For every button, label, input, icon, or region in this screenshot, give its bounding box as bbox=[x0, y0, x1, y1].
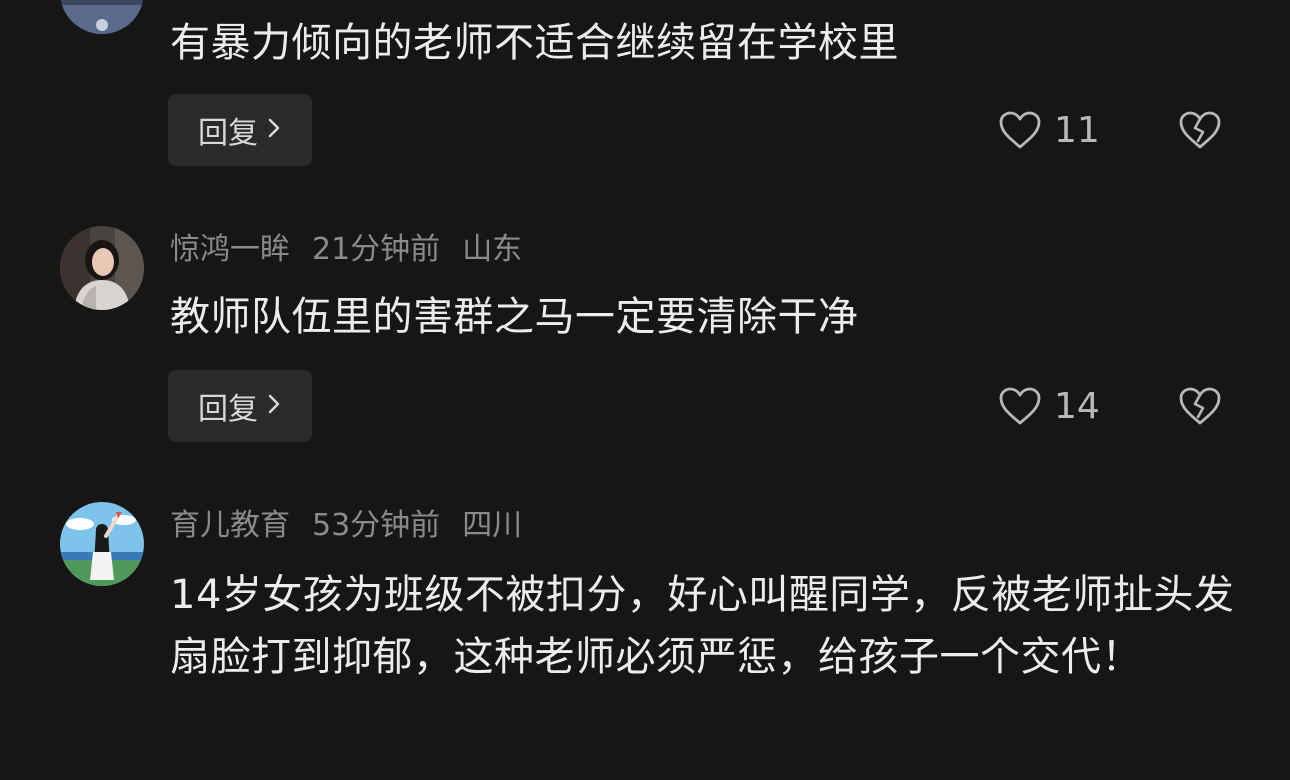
comment-meta: 育儿教育 53分钟前 四川 bbox=[170, 506, 544, 546]
heart-icon bbox=[999, 387, 1041, 425]
avatar[interactable] bbox=[60, 502, 144, 586]
broken-heart-icon bbox=[1179, 387, 1221, 425]
comment-meta: 惊鸿一眸 21分钟前 山东 bbox=[170, 230, 544, 270]
reply-label: 回复 bbox=[198, 116, 258, 151]
dislike-button[interactable] bbox=[1178, 94, 1222, 166]
partial-avatar-icon bbox=[60, 0, 144, 34]
chevron-right-icon bbox=[266, 113, 282, 148]
comment-location: 山东 bbox=[462, 232, 523, 267]
avatar[interactable] bbox=[60, 0, 144, 34]
illustrated-girl-avatar-icon bbox=[60, 502, 144, 586]
like-count: 11 bbox=[1054, 109, 1100, 151]
comment-time: 53分钟前 bbox=[312, 508, 441, 543]
username[interactable]: 惊鸿一眸 bbox=[170, 232, 290, 267]
comment-time: 21分钟前 bbox=[312, 232, 441, 267]
comment-text: 14岁女孩为班级不被扣分，好心叫醒同学，反被老师扯头发扇脸打到抑郁，这种老师必须… bbox=[170, 572, 1235, 680]
reply-button[interactable]: 回复 bbox=[168, 94, 312, 166]
like-button[interactable]: 11 bbox=[998, 94, 1100, 166]
username[interactable]: 育儿教育 bbox=[170, 508, 290, 543]
reply-button[interactable]: 回复 bbox=[168, 370, 312, 442]
chevron-right-icon bbox=[266, 389, 282, 424]
broken-heart-icon bbox=[1179, 111, 1221, 149]
comment-location: 四川 bbox=[462, 508, 523, 543]
reply-label: 回复 bbox=[198, 392, 258, 427]
heart-icon bbox=[999, 111, 1041, 149]
like-button[interactable]: 14 bbox=[998, 370, 1100, 442]
comment-text: 教师队伍里的害群之马一定要清除干净 bbox=[170, 294, 859, 340]
girl-photo-avatar-icon bbox=[60, 226, 144, 310]
like-count: 14 bbox=[1054, 385, 1100, 427]
dislike-button[interactable] bbox=[1178, 370, 1222, 442]
avatar[interactable] bbox=[60, 226, 144, 310]
comment-text: 有暴力倾向的老师不适合继续留在学校里 bbox=[170, 20, 899, 66]
